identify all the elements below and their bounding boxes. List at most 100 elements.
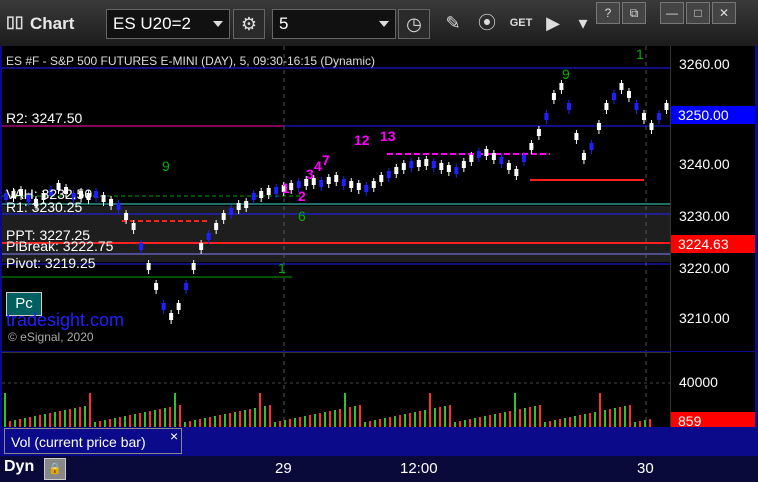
volume-bar <box>629 405 631 428</box>
candle-body <box>244 201 249 208</box>
play-button[interactable]: ▶ <box>540 10 566 36</box>
link-icon: ⧉ <box>629 6 639 20</box>
candle-body <box>656 113 661 120</box>
symbol-input[interactable]: ES U20=2 <box>106 9 230 39</box>
volume-bar <box>434 408 436 428</box>
volume-bar <box>244 410 246 428</box>
volume-bar <box>429 393 431 428</box>
close-icon[interactable]: × <box>170 428 178 444</box>
candle-body <box>251 193 256 200</box>
more-button[interactable]: ▾ <box>570 10 596 36</box>
x-tick: 29 <box>275 460 292 477</box>
candle-body <box>341 179 346 186</box>
volume-bar <box>599 393 601 428</box>
maximize-button[interactable]: □ <box>686 2 710 24</box>
price-chart-svg[interactable] <box>2 46 670 351</box>
volume-bar <box>164 408 166 428</box>
volume-bar <box>424 410 426 428</box>
volume-bar <box>409 413 411 428</box>
time-template-button[interactable]: ◷ <box>398 9 430 39</box>
volume-study-label[interactable]: Vol (current price bar) <box>4 428 182 454</box>
volume-bar <box>499 413 501 428</box>
green-count-9: 9 <box>162 158 170 174</box>
settings-gear-button[interactable]: ⚙ <box>233 9 265 39</box>
volume-bar <box>534 406 536 428</box>
candle-body <box>296 181 301 188</box>
volume-bar <box>229 413 231 428</box>
volume-bar <box>134 414 136 428</box>
link-button[interactable]: ⧉ <box>622 2 646 24</box>
volume-bar <box>324 412 326 428</box>
candle-body <box>626 91 631 98</box>
lock-icon[interactable]: 🔒 <box>44 458 66 480</box>
green-count-1b: 1 <box>636 46 644 62</box>
volume-bar <box>89 393 91 428</box>
chevron-down-icon: ▾ <box>578 13 588 33</box>
volume-pane[interactable] <box>2 352 670 428</box>
candle-body <box>611 93 616 100</box>
candle-body <box>199 243 204 250</box>
candle-body <box>371 181 376 188</box>
get-data-button[interactable]: GET <box>506 10 536 36</box>
interval-input[interactable]: 5 <box>272 9 396 39</box>
volume-bar <box>519 409 521 428</box>
volume-bar <box>154 410 156 428</box>
candle-body <box>379 175 384 182</box>
candle-body <box>154 283 159 290</box>
candle-body <box>544 113 549 120</box>
candle-body <box>619 83 624 90</box>
count-3: 3 <box>306 166 314 182</box>
price-tick: 3220.00 <box>679 260 730 276</box>
chevron-down-icon[interactable] <box>213 21 223 27</box>
price-tick: 3210.00 <box>679 310 730 326</box>
candle-body <box>124 213 129 220</box>
volume-bar <box>344 393 346 428</box>
candle-body <box>109 199 114 206</box>
volume-bar <box>259 393 261 428</box>
candle-body <box>274 187 279 194</box>
price-tag-blue: 3250.00 <box>671 106 755 124</box>
price-chart[interactable]: ES #F - S&P 500 FUTURES E-MINI (DAY), 5,… <box>2 46 670 351</box>
candle-body <box>146 263 151 270</box>
volume-bar <box>64 410 66 428</box>
close-button[interactable]: ✕ <box>712 2 736 24</box>
title-bar: ▯▯ Chart ES U20=2 ⚙ 5 ◷ ✎ ⦿ GET ▶ ▾ ? ⧉ … <box>0 0 758 46</box>
volume-bar <box>514 393 516 428</box>
candle-body <box>229 208 234 215</box>
candle-body <box>416 160 421 167</box>
minimize-icon: — <box>666 6 678 20</box>
play-icon: ▶ <box>546 13 560 33</box>
volume-bar <box>589 413 591 428</box>
volume-bar <box>614 408 616 428</box>
volume-bar <box>354 406 356 428</box>
volume-bar <box>4 393 6 428</box>
candle-body <box>259 191 264 198</box>
draw-pencil-button[interactable]: ✎ <box>440 10 466 36</box>
chart-window: ▯▯ Chart ES U20=2 ⚙ 5 ◷ ✎ ⦿ GET ▶ ▾ ? ⧉ … <box>0 0 758 482</box>
chart-header: ES #F - S&P 500 FUTURES E-MINI (DAY), 5,… <box>6 54 375 68</box>
minimize-button[interactable]: — <box>660 2 684 24</box>
candle-body <box>649 123 654 130</box>
volume-bar <box>329 411 331 428</box>
candle-body <box>139 243 144 250</box>
price-tag-red: 3224.63 <box>671 235 755 253</box>
candle-body <box>536 129 541 136</box>
volume-bar <box>609 409 611 428</box>
study-button[interactable]: ⦿ <box>474 10 500 36</box>
count-4: 4 <box>314 158 322 174</box>
volume-bar <box>269 405 271 428</box>
chevron-down-icon[interactable] <box>379 21 389 27</box>
candle-body <box>589 143 594 150</box>
candle-body <box>514 169 519 176</box>
copyright: © eSignal, 2020 <box>8 330 94 344</box>
tab-dyn[interactable]: Dyn <box>4 458 34 476</box>
volume-bars <box>4 393 651 428</box>
help-button[interactable]: ? <box>596 2 620 24</box>
price-axis[interactable]: 3260.00 3250.00 3240.00 3230.00 3224.63 … <box>670 46 755 351</box>
candle-body <box>101 195 106 202</box>
x-tick: 12:00 <box>400 460 438 477</box>
volume-bar <box>74 408 76 428</box>
candle-body <box>184 283 189 290</box>
candle-body <box>551 93 556 100</box>
candles <box>4 80 669 324</box>
